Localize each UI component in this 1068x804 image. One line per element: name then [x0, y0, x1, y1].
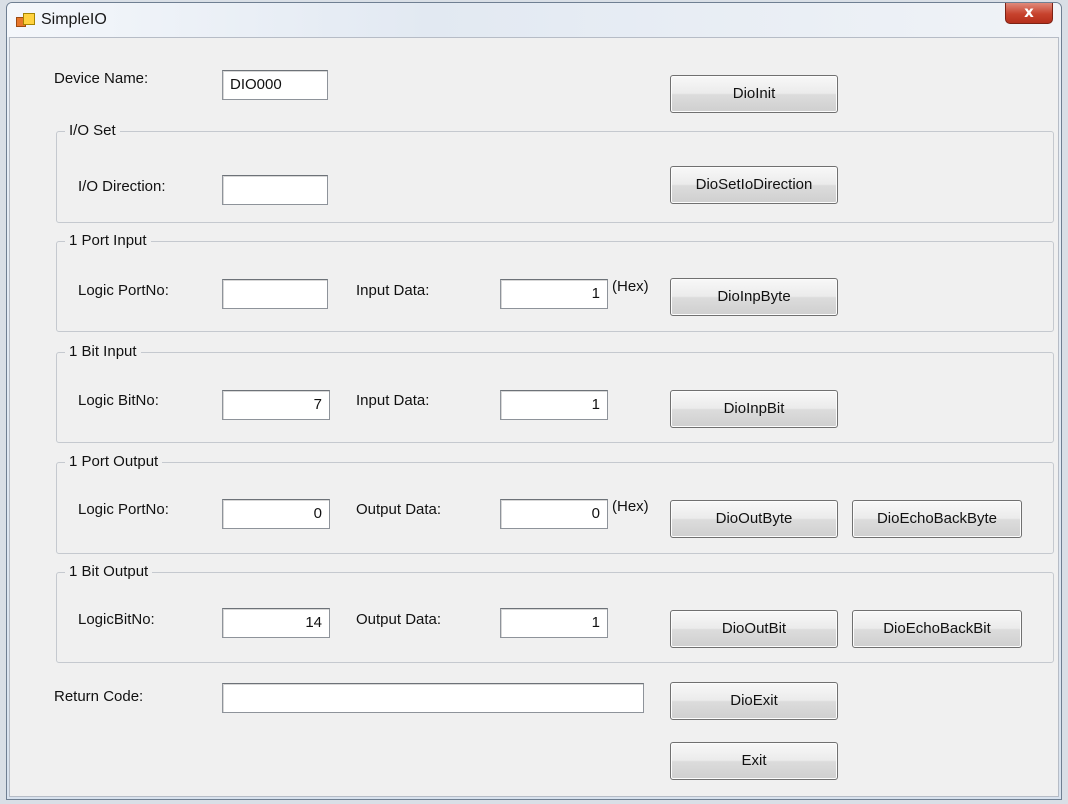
bit-output-bitno-field[interactable]: 14 [222, 608, 330, 638]
return-code-field[interactable] [222, 683, 644, 713]
return-code-label: Return Code: [54, 688, 144, 705]
bit-input-group-title: 1 Bit Input [65, 343, 141, 361]
port-output-data-field[interactable]: 0 [500, 499, 608, 529]
form-body: Device Name: DIO000 DioInit I/O Set I/O … [9, 37, 1059, 797]
exit-button[interactable]: Exit [670, 742, 838, 780]
dio-exit-button[interactable]: DioExit [670, 682, 838, 720]
dio-echo-back-bit-button[interactable]: DioEchoBackBit [852, 610, 1022, 648]
bit-input-bitno-field[interactable]: 7 [222, 390, 330, 420]
dio-inp-byte-button[interactable]: DioInpByte [670, 278, 838, 316]
device-name-field[interactable]: DIO000 [222, 70, 328, 100]
port-input-portno-label: Logic PortNo: [78, 282, 169, 299]
bit-input-data-field[interactable]: 1 [500, 390, 608, 420]
io-direction-field[interactable] [222, 175, 328, 205]
io-set-group: I/O Set [56, 122, 1054, 223]
bit-input-bitno-label: Logic BitNo: [78, 392, 159, 409]
bit-output-group-title: 1 Bit Output [65, 563, 153, 581]
port-input-hex-unit: (Hex) [612, 278, 649, 295]
dio-inp-bit-button[interactable]: DioInpBit [670, 390, 838, 428]
dio-set-io-direction-button[interactable]: DioSetIoDirection [670, 166, 838, 204]
io-direction-label: I/O Direction: [78, 178, 166, 195]
io-set-group-title: I/O Set [65, 122, 120, 140]
port-output-portno-field[interactable]: 0 [222, 499, 330, 529]
port-input-data-label: Input Data: [356, 282, 430, 299]
close-icon[interactable]: x [1005, 3, 1053, 24]
bit-output-data-field[interactable]: 1 [500, 608, 608, 638]
port-output-portno-label: Logic PortNo: [78, 501, 169, 518]
dio-out-bit-button[interactable]: DioOutBit [670, 610, 838, 648]
port-input-group-title: 1 Port Input [65, 232, 151, 250]
device-name-label: Device Name: [54, 70, 149, 87]
port-output-group-title: 1 Port Output [65, 453, 163, 471]
port-output-data-label: Output Data: [356, 501, 442, 518]
port-output-hex-unit: (Hex) [612, 498, 649, 515]
dio-echo-back-byte-button[interactable]: DioEchoBackByte [852, 500, 1022, 538]
port-input-data-field[interactable]: 1 [500, 279, 608, 309]
dio-out-byte-button[interactable]: DioOutByte [670, 500, 838, 538]
app-icon [16, 13, 35, 29]
bit-output-data-label: Output Data: [356, 611, 442, 628]
window-title: SimpleIO [41, 11, 107, 28]
title-bar[interactable]: SimpleIO x [7, 3, 1061, 37]
bit-input-data-label: Input Data: [356, 392, 430, 409]
port-input-portno-field[interactable] [222, 279, 328, 309]
bit-output-bitno-label: LogicBitNo: [78, 611, 155, 628]
dio-init-button[interactable]: DioInit [670, 75, 838, 113]
app-window: SimpleIO x Device Name: DIO000 DioInit I… [6, 2, 1062, 800]
